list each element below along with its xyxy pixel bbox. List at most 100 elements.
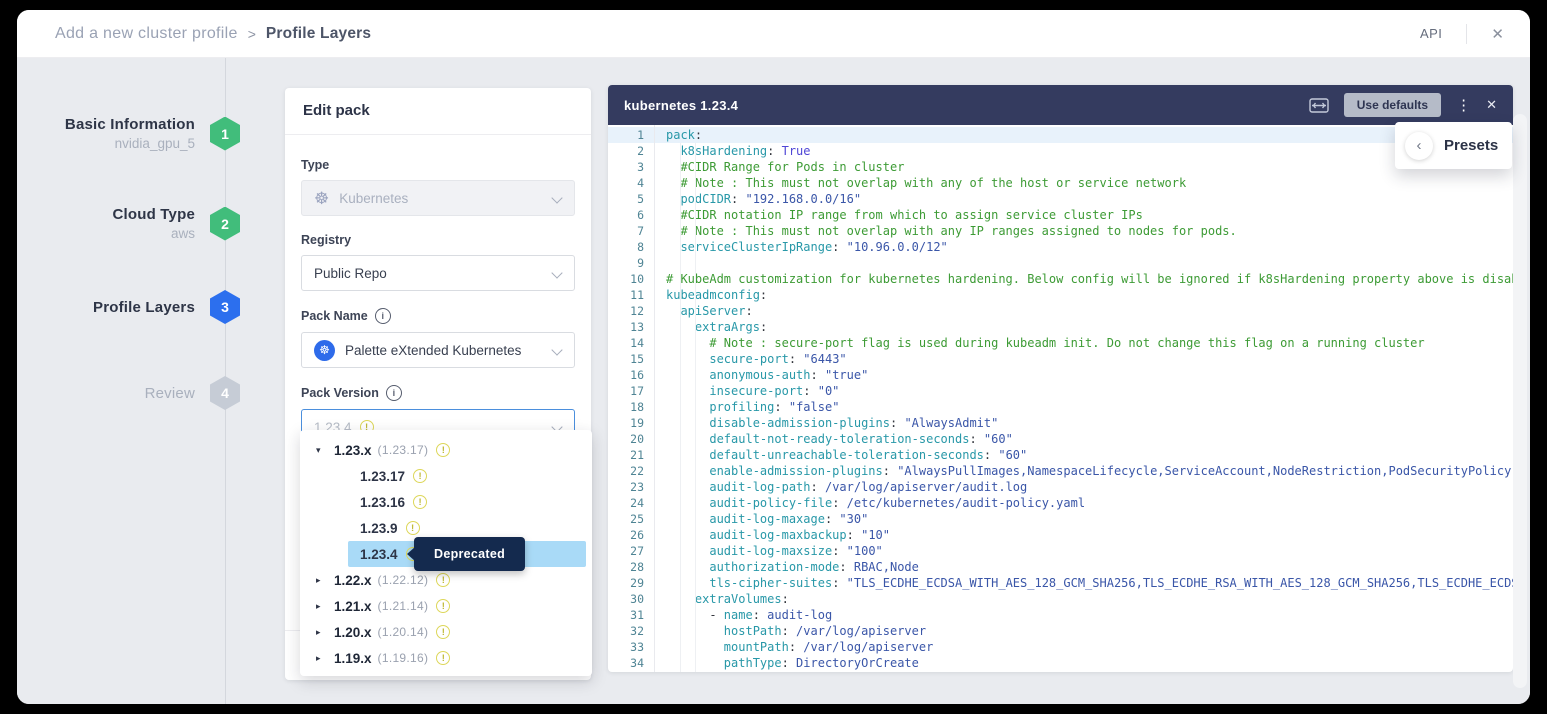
stepper-item-basic-information[interactable]: Basic Informationnvidia_gpu_51 bbox=[17, 116, 240, 151]
pack-name-select[interactable]: ☸ Palette eXtended Kubernetes bbox=[301, 332, 575, 368]
code-line[interactable]: 6 #CIDR notation IP range from which to … bbox=[608, 207, 1513, 223]
chevron-left-icon[interactable]: ‹ bbox=[1405, 132, 1433, 160]
version-label: 1.21.x bbox=[334, 599, 372, 614]
line-number: 34 bbox=[608, 655, 654, 671]
code-text: k8sHardening: True bbox=[654, 143, 1513, 159]
code-line[interactable]: 32 hostPath: /var/log/apiserver bbox=[608, 623, 1513, 639]
registry-select[interactable]: Public Repo bbox=[301, 255, 575, 291]
caret-right-icon[interactable]: ▸ bbox=[314, 653, 334, 664]
code-line[interactable]: 10# KubeAdm customization for kubernetes… bbox=[608, 271, 1513, 287]
api-link[interactable]: API bbox=[1420, 26, 1442, 41]
code-line[interactable]: 1pack: bbox=[608, 127, 1513, 143]
code-editor[interactable]: 1pack:2 k8sHardening: True3 #CIDR Range … bbox=[608, 125, 1513, 672]
code-text: enable-admission-plugins: "AlwaysPullIma… bbox=[654, 463, 1513, 479]
step-label: Review bbox=[17, 385, 195, 402]
type-value: Kubernetes bbox=[339, 191, 408, 206]
diff-editor-icon[interactable] bbox=[1309, 98, 1329, 113]
code-line[interactable]: 11kubeadmconfig: bbox=[608, 287, 1513, 303]
code-line[interactable]: 23 audit-log-path: /var/log/apiserver/au… bbox=[608, 479, 1513, 495]
use-defaults-button[interactable]: Use defaults bbox=[1344, 93, 1441, 117]
code-line[interactable]: 13 extraArgs: bbox=[608, 319, 1513, 335]
version-latest: (1.22.12) bbox=[378, 573, 429, 587]
code-line[interactable]: 30 extraVolumes: bbox=[608, 591, 1513, 607]
version-option-1.23.x[interactable]: ▾1.23.x(1.23.17)! bbox=[300, 437, 592, 463]
titlebar: Add a new cluster profile > Profile Laye… bbox=[17, 10, 1530, 58]
code-text: #CIDR notation IP range from which to as… bbox=[654, 207, 1513, 223]
step-number-badge: 2 bbox=[210, 207, 240, 241]
kebab-menu-icon[interactable]: ⋮ bbox=[1456, 98, 1471, 113]
version-label: 1.20.x bbox=[334, 625, 372, 640]
code-line[interactable]: 29 tls-cipher-suites: "TLS_ECDHE_ECDSA_W… bbox=[608, 575, 1513, 591]
version-option-1.23.4[interactable]: 1.23.4!Deprecated bbox=[348, 541, 586, 567]
code-line[interactable]: 33 mountPath: /var/log/apiserver bbox=[608, 639, 1513, 655]
code-line[interactable]: 18 profiling: "false" bbox=[608, 399, 1513, 415]
kubernetes-icon: ☸ bbox=[314, 190, 329, 207]
breadcrumb-root[interactable]: Add a new cluster profile bbox=[55, 25, 238, 43]
code-text: pathType: DirectoryOrCreate bbox=[654, 655, 1513, 671]
info-icon[interactable]: i bbox=[386, 385, 402, 401]
line-number: 28 bbox=[608, 559, 654, 575]
code-line[interactable]: 21 default-unreachable-toleration-second… bbox=[608, 447, 1513, 463]
registry-value: Public Repo bbox=[314, 266, 387, 281]
step-label: Profile Layers bbox=[17, 299, 195, 316]
code-text: disable-admission-plugins: "AlwaysAdmit" bbox=[654, 415, 1513, 431]
code-line[interactable]: 26 audit-log-maxbackup: "10" bbox=[608, 527, 1513, 543]
stepper-item-review[interactable]: Review4 bbox=[17, 376, 240, 410]
pack-name-value: Palette eXtended Kubernetes bbox=[345, 343, 521, 358]
registry-label: Registry bbox=[301, 233, 575, 247]
code-line[interactable]: 3 #CIDR Range for Pods in cluster bbox=[608, 159, 1513, 175]
stepper-item-cloud-type[interactable]: Cloud Typeaws2 bbox=[17, 206, 240, 241]
code-line[interactable]: 25 audit-log-maxage: "30" bbox=[608, 511, 1513, 527]
code-text: audit-log-maxage: "30" bbox=[654, 511, 1513, 527]
caret-down-icon[interactable]: ▾ bbox=[314, 445, 334, 456]
line-number: 19 bbox=[608, 415, 654, 431]
code-line[interactable]: 27 audit-log-maxsize: "100" bbox=[608, 543, 1513, 559]
code-line[interactable]: 20 default-not-ready-toleration-seconds:… bbox=[608, 431, 1513, 447]
caret-right-icon[interactable]: ▸ bbox=[314, 601, 334, 612]
pack-version-label: Pack Version i bbox=[301, 385, 575, 401]
indent-guide bbox=[695, 143, 696, 672]
code-line[interactable]: 14 # Note : secure-port flag is used dur… bbox=[608, 335, 1513, 351]
version-option-1.20.x[interactable]: ▸1.20.x(1.20.14)! bbox=[300, 619, 592, 645]
code-line[interactable]: 31 - name: audit-log bbox=[608, 607, 1513, 623]
chevron-down-icon bbox=[551, 267, 562, 278]
code-line[interactable]: 16 anonymous-auth: "true" bbox=[608, 367, 1513, 383]
yaml-editor-panel: kubernetes 1.23.4 Use defaults ⋮ ✕ bbox=[608, 85, 1513, 672]
stepper-item-profile-layers[interactable]: Profile Layers3 bbox=[17, 290, 240, 324]
line-number: 3 bbox=[608, 159, 654, 175]
scrollbar[interactable] bbox=[1513, 114, 1527, 688]
code-line[interactable]: 5 podCIDR: "192.168.0.0/16" bbox=[608, 191, 1513, 207]
pack-name-label: Pack Name i bbox=[301, 308, 575, 324]
step-label: Basic Information bbox=[17, 116, 195, 133]
code-line[interactable]: 9 bbox=[608, 255, 1513, 271]
code-line[interactable]: 15 secure-port: "6443" bbox=[608, 351, 1513, 367]
code-line[interactable]: 12 apiServer: bbox=[608, 303, 1513, 319]
code-line[interactable]: 4 # Note : This must not overlap with an… bbox=[608, 175, 1513, 191]
caret-right-icon[interactable]: ▸ bbox=[314, 575, 334, 586]
code-line[interactable]: 17 insecure-port: "0" bbox=[608, 383, 1513, 399]
version-option-1.23.17[interactable]: 1.23.17! bbox=[348, 463, 586, 489]
code-line[interactable]: 22 enable-admission-plugins: "AlwaysPull… bbox=[608, 463, 1513, 479]
version-option-1.19.x[interactable]: ▸1.19.x(1.19.16)! bbox=[300, 645, 592, 671]
version-option-1.21.x[interactable]: ▸1.21.x(1.21.14)! bbox=[300, 593, 592, 619]
code-text: anonymous-auth: "true" bbox=[654, 367, 1513, 383]
code-line[interactable]: 28 authorization-mode: RBAC,Node bbox=[608, 559, 1513, 575]
close-icon[interactable]: ✕ bbox=[1491, 25, 1504, 43]
code-line[interactable]: 7 # Note : This must not overlap with an… bbox=[608, 223, 1513, 239]
step-sublabel: nvidia_gpu_5 bbox=[17, 136, 195, 151]
info-icon[interactable]: i bbox=[375, 308, 391, 324]
warning-icon: ! bbox=[413, 469, 427, 483]
caret-right-icon[interactable]: ▸ bbox=[314, 627, 334, 638]
code-text: audit-policy-file: /etc/kubernetes/audit… bbox=[654, 495, 1513, 511]
editor-close-icon[interactable]: ✕ bbox=[1486, 97, 1497, 113]
code-text: hostPath: /var/log/apiserver bbox=[654, 623, 1513, 639]
version-option-1.23.16[interactable]: 1.23.16! bbox=[348, 489, 586, 515]
code-line[interactable]: 24 audit-policy-file: /etc/kubernetes/au… bbox=[608, 495, 1513, 511]
code-line[interactable]: 8 serviceClusterIpRange: "10.96.0.0/12" bbox=[608, 239, 1513, 255]
code-line[interactable]: 19 disable-admission-plugins: "AlwaysAdm… bbox=[608, 415, 1513, 431]
line-number: 32 bbox=[608, 623, 654, 639]
version-label: 1.23.x bbox=[334, 443, 372, 458]
code-line[interactable]: 34 pathType: DirectoryOrCreate bbox=[608, 655, 1513, 671]
code-line[interactable]: 2 k8sHardening: True bbox=[608, 143, 1513, 159]
code-text: # Note : secure-port flag is used during… bbox=[654, 335, 1513, 351]
